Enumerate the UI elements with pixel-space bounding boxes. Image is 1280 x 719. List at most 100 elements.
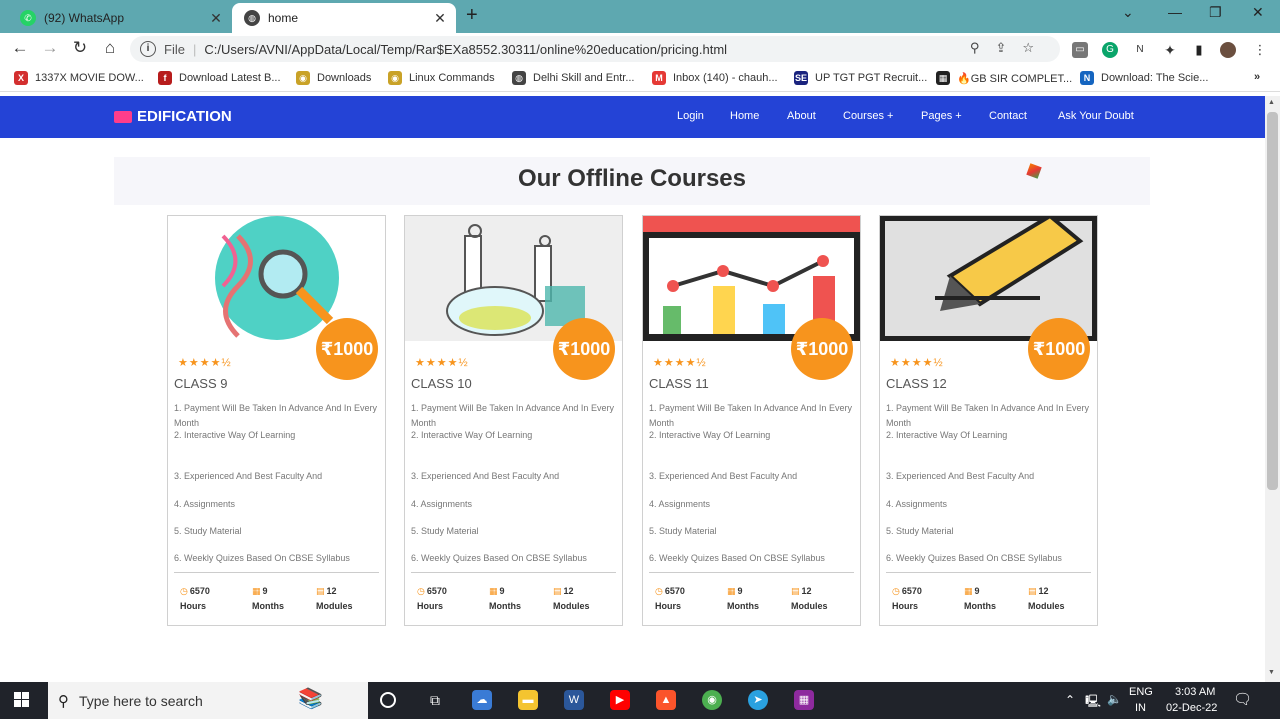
grammarly-icon[interactable]: G bbox=[1102, 42, 1118, 58]
feature-item: 3. Experienced And Best Faculty And bbox=[411, 471, 560, 481]
course-title[interactable]: CLASS 10 bbox=[411, 376, 472, 391]
forward-icon[interactable]: → bbox=[40, 38, 60, 58]
window-close-button[interactable]: ✕ bbox=[1252, 4, 1264, 21]
bookmark-label: Delhi Skill and Entr... bbox=[533, 72, 635, 84]
clock-date[interactable]: 02-Dec-22 bbox=[1166, 702, 1217, 714]
stat-unit: Hours bbox=[417, 601, 444, 611]
notion-icon[interactable]: N bbox=[1132, 42, 1148, 58]
more-bookmarks-button[interactable]: » bbox=[1254, 71, 1260, 83]
nav-ask-doubt[interactable]: Ask Your Doubt bbox=[1058, 110, 1134, 122]
cortana-icon[interactable] bbox=[380, 692, 396, 708]
volume-icon[interactable]: 🔈 bbox=[1107, 692, 1122, 706]
network-icon[interactable]: 🖳 bbox=[1085, 692, 1101, 713]
feature-item: 6. Weekly Quizes Based On CBSE Syllabus bbox=[174, 553, 350, 563]
bookmark-item[interactable]: N Download: The Scie... bbox=[1080, 71, 1208, 85]
notification-icon[interactable]: 🗨 bbox=[1233, 690, 1252, 708]
extensions-icon[interactable]: ✦ bbox=[1162, 42, 1178, 58]
close-icon[interactable]: ✕ bbox=[206, 10, 226, 27]
stat-value: 9 bbox=[737, 586, 743, 596]
course-card[interactable]: ₹1000 ★★★★½ CLASS 10 1. Payment Will Be Tak… bbox=[404, 215, 623, 626]
course-title[interactable]: CLASS 11 bbox=[649, 376, 709, 391]
new-tab-button[interactable]: + bbox=[466, 4, 478, 27]
browser-tab-bar: ✆ (92) WhatsApp ✕ ◍ home ✕ + ⌄ — ❐ ✕ bbox=[0, 0, 1280, 33]
winrar-icon[interactable]: ▦ bbox=[794, 690, 814, 710]
windows-start-icon[interactable] bbox=[14, 692, 30, 708]
minimize-button[interactable]: — bbox=[1168, 4, 1182, 20]
menu-icon[interactable]: ⋮ bbox=[1252, 42, 1268, 58]
course-card[interactable]: ₹1000 ★★★★½ CLASS 12 1. Payment Will Be Tak… bbox=[879, 215, 1098, 626]
nav-pages[interactable]: Pages + bbox=[921, 110, 962, 122]
course-card[interactable]: ₹1000 ★★★★½ CLASS 11 1. Payment Will Be Tak… bbox=[642, 215, 861, 626]
stat-value: 6570 bbox=[664, 586, 685, 596]
avatar[interactable] bbox=[1220, 42, 1236, 58]
bookmark-item[interactable]: X 1337X MOVIE DOW... bbox=[14, 71, 144, 85]
back-icon[interactable]: ← bbox=[10, 38, 30, 58]
tab-whatsapp[interactable]: ✆ (92) WhatsApp ✕ bbox=[8, 3, 232, 33]
sidebar-icon[interactable]: ▮ bbox=[1191, 42, 1207, 58]
calendar-icon: ▦ bbox=[964, 586, 973, 596]
home-icon[interactable]: ⌂ bbox=[100, 38, 120, 58]
clock-icon: ◷ bbox=[180, 586, 188, 596]
url-text[interactable]: C:/Users/AVNI/AppData/Local/Temp/Rar$EXa… bbox=[204, 42, 727, 57]
lang-top[interactable]: ENG bbox=[1129, 686, 1153, 698]
stat-value: 9 bbox=[974, 586, 980, 596]
se-icon: SE bbox=[794, 71, 808, 85]
clock-time[interactable]: 3:03 AM bbox=[1175, 686, 1215, 698]
course-card[interactable]: ₹1000 ★★★★½ CLASS 9 1. Payment Will Be Take… bbox=[167, 215, 386, 626]
graduation-cap-icon bbox=[114, 110, 132, 123]
bookmark-item[interactable]: ▦ 🔥GB SIR COMPLET... bbox=[936, 71, 1072, 85]
site-navbar: EDIFICATION Login Home About Courses + P… bbox=[0, 96, 1265, 138]
nav-courses[interactable]: Courses + bbox=[843, 110, 893, 122]
brave-icon[interactable]: ▲ bbox=[656, 690, 676, 710]
cast-icon[interactable]: ▭ bbox=[1072, 42, 1088, 58]
stat-value: 12 bbox=[1038, 586, 1049, 596]
bookmark-item[interactable]: SE UP TGT PGT Recruit... bbox=[794, 71, 927, 85]
nav-home[interactable]: Home bbox=[730, 110, 759, 122]
course-title[interactable]: CLASS 12 bbox=[886, 376, 947, 391]
task-view-icon[interactable]: ⧉ bbox=[425, 690, 445, 710]
feature-item: 1. Payment Will Be Taken In Advance And … bbox=[886, 403, 1089, 428]
stat-unit: Hours bbox=[655, 601, 682, 611]
restore-button[interactable]: ❐ bbox=[1209, 4, 1222, 21]
telegram-icon[interactable]: ➤ bbox=[748, 690, 768, 710]
bookmark-item[interactable]: ◉ Downloads bbox=[296, 71, 371, 85]
feature-item: 1. Payment Will Be Taken In Advance And … bbox=[411, 403, 614, 428]
divider bbox=[174, 572, 379, 573]
nav-about[interactable]: About bbox=[787, 110, 816, 122]
tab-search-icon[interactable]: ⌄ bbox=[1122, 4, 1134, 21]
word-icon[interactable]: W bbox=[564, 690, 584, 710]
chevron-up-icon[interactable]: ⌃ bbox=[1065, 693, 1075, 707]
reload-icon[interactable]: ↻ bbox=[70, 38, 90, 58]
tab-title: home bbox=[268, 11, 299, 25]
course-title[interactable]: CLASS 9 bbox=[174, 376, 227, 391]
chrome-icon[interactable]: ◉ bbox=[702, 690, 722, 710]
omnibox-actions[interactable]: ⚲⇪☆ bbox=[970, 40, 1050, 56]
close-icon[interactable]: ✕ bbox=[430, 10, 450, 27]
bookmark-item[interactable]: M Inbox (140) - chauh... bbox=[652, 71, 778, 85]
nav-contact[interactable]: Contact bbox=[989, 110, 1027, 122]
brand-logo[interactable]: EDIFICATION bbox=[114, 108, 232, 125]
bookmark-item[interactable]: ◍ Delhi Skill and Entr... bbox=[512, 71, 635, 85]
taskbar-search[interactable]: ⚲ Type here to search 📚 bbox=[48, 682, 368, 719]
course-stat: ▦ 9 Months bbox=[489, 584, 521, 614]
calendar-icon: ▦ bbox=[252, 586, 261, 596]
bookmark-item[interactable]: f Download Latest B... bbox=[158, 71, 281, 85]
bookmark-item[interactable]: ◉ Linux Commands bbox=[388, 71, 495, 85]
info-icon[interactable]: i bbox=[140, 41, 156, 57]
lang-bottom[interactable]: IN bbox=[1135, 702, 1146, 714]
star-rating: ★★★★½ bbox=[890, 357, 944, 369]
stat-value: 9 bbox=[262, 586, 268, 596]
youtube-icon[interactable]: ▶ bbox=[610, 690, 630, 710]
scrollbar-thumb[interactable] bbox=[1267, 112, 1278, 490]
nav-login[interactable]: Login bbox=[677, 110, 704, 122]
scroll-down-icon[interactable]: ▼ bbox=[1268, 669, 1275, 676]
brand-name: EDIFICATION bbox=[137, 108, 232, 125]
tab-home[interactable]: ◍ home ✕ bbox=[232, 3, 456, 33]
address-bar[interactable]: i File | C:/Users/AVNI/AppData/Local/Tem… bbox=[130, 36, 1060, 62]
stat-unit: Hours bbox=[180, 601, 207, 611]
weather-icon[interactable]: ☁ bbox=[472, 690, 492, 710]
feature-item: 3. Experienced And Best Faculty And bbox=[174, 471, 323, 481]
file-explorer-icon[interactable]: ▬ bbox=[518, 690, 538, 710]
bookmark-label: 1337X MOVIE DOW... bbox=[35, 72, 144, 84]
scroll-up-icon[interactable]: ▲ bbox=[1268, 99, 1275, 106]
